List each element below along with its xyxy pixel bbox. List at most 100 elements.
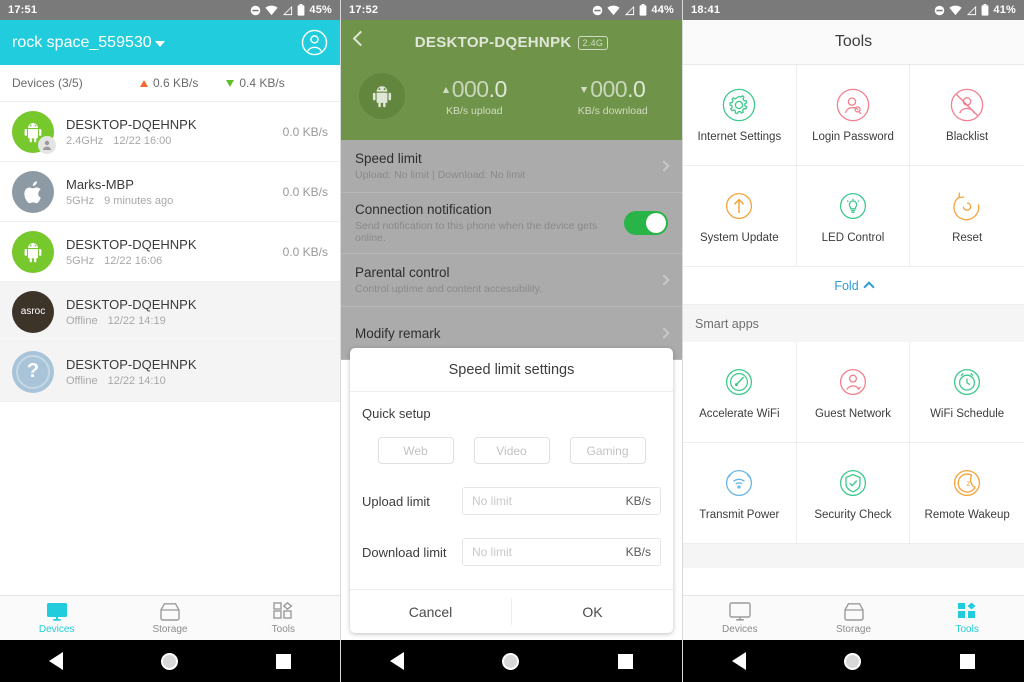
wifi-icon [265,5,279,15]
nav-recents-icon[interactable] [959,653,975,669]
chip-video[interactable]: Video [473,437,550,464]
list-item[interactable]: Marks-MBP 5GHz 9 minutes ago 0.0 KB/s [0,162,340,222]
tool-accelerate-wifi[interactable]: Accelerate WiFi [683,342,797,443]
nav-home-icon[interactable] [161,652,178,670]
device-settings-list: Speed limit Upload: No limit | Download:… [341,140,682,360]
tool-label: Security Check [814,508,892,521]
tool-guest-network[interactable]: Guest Network [796,342,911,443]
upload-rate-value: 0.6 KB/s [153,76,199,90]
asroc-avatar: asroc [12,290,54,333]
device-rate: 0.0 KB/s [282,244,328,259]
download-num: .0 [627,75,646,102]
setting-text: Connection notification Send notificatio… [355,202,624,244]
tab-tools[interactable]: Tools [910,596,1024,640]
list-item[interactable]: DESKTOP-DQEHNPK 5GHz 12/22 16:06 0.0 KB/… [0,222,340,282]
upload-limit-label: Upload limit [362,493,430,509]
tools-grid: Internet Settings Login Password Blackli… [683,65,1024,267]
setting-connection-notification[interactable]: Connection notification Send notificatio… [341,193,682,254]
tool-led-control[interactable]: LED Control [796,166,911,267]
drive-icon [160,602,180,621]
upload-limit-placeholder: No limit [472,494,513,508]
alarm-clock-icon [954,368,981,395]
status-time: 17:52 [349,4,379,16]
device-rate: 0.0 KB/s [282,124,328,139]
setting-parental-control[interactable]: Parental control Control uptime and cont… [341,254,682,307]
chip-web[interactable]: Web [377,437,454,464]
device-band: 5GHz [66,254,95,267]
quick-setup-label: Quick setup [362,406,431,421]
chevron-down-icon [154,41,165,47]
download-limit-label: Download limit [362,544,447,560]
chip-gaming[interactable]: Gaming [569,437,646,464]
tool-remote-wakeup[interactable]: z Remote Wakeup [910,443,1024,544]
reset-icon [953,192,980,220]
android-icon [359,73,405,119]
upload-limit-input[interactable]: No limit KB/s [462,487,661,515]
android-nav-bar [683,640,1024,682]
status-bar: 17:52 44% [341,0,682,20]
tool-internet-settings[interactable]: Internet Settings [683,65,797,166]
download-limit-input[interactable]: No limit KB/s [462,538,661,566]
tab-devices[interactable]: Devices [683,596,797,640]
device-info: DESKTOP-DQEHNPK 5GHz 12/22 16:06 [54,237,283,267]
battery-icon [297,4,305,16]
tool-security-check[interactable]: Security Check [796,443,911,544]
chevron-right-icon [658,274,670,286]
ok-button[interactable]: OK [512,590,673,633]
nav-back-icon[interactable] [390,652,405,670]
setting-speed-limit[interactable]: Speed limit Upload: No limit | Download:… [341,140,682,193]
nav-recents-icon[interactable] [276,653,291,669]
tab-storage[interactable]: Storage [797,596,911,640]
tool-blacklist[interactable]: Blacklist [910,65,1024,166]
back-chevron-icon[interactable] [352,30,369,47]
dialog-body: Quick setup Web Video Gaming Upload limi… [350,392,673,589]
download-stat: 000.0 KB/s download [544,76,683,117]
tool-label: System Update [700,231,779,244]
upload-limit-row: Upload limit No limit KB/s [362,487,661,515]
tool-transmit-power[interactable]: Transmit Power [683,443,797,544]
device-band: Offline [66,374,98,387]
chevron-right-icon [658,327,670,339]
tab-tools[interactable]: Tools [227,596,340,640]
setting-subtitle: Send notification to this phone when the… [355,220,598,244]
setting-text: Modify remark [355,326,652,341]
nav-home-icon[interactable] [502,652,520,670]
chevron-up-icon [862,281,875,293]
connection-notification-toggle[interactable] [624,211,668,235]
tool-login-password[interactable]: Login Password [796,65,911,166]
ssid-dropdown[interactable]: rock space_559530 [12,34,165,52]
tool-label: Login Password [812,130,894,143]
setting-title: Connection notification [355,202,492,217]
wifi-power-icon [726,469,753,496]
fold-button[interactable]: Fold [683,267,1024,305]
device-subtitle: 5GHz 12/22 16:06 [66,255,283,267]
list-item[interactable]: ? DESKTOP-DQEHNPK Offline 12/22 14:10 [0,342,340,402]
nav-back-icon[interactable] [732,652,747,670]
download-dim: 000 [590,75,628,102]
tool-reset[interactable]: Reset [910,166,1024,267]
avatar-text: asroc [20,306,46,317]
nav-home-icon[interactable] [844,652,862,670]
tool-label: Blacklist [946,130,989,143]
list-item[interactable]: DESKTOP-DQEHNPK 2.4GHz 12/22 16:00 0.0 K… [0,102,340,162]
tab-storage[interactable]: Storage [113,596,226,640]
device-band: 2.4GHz [66,134,104,147]
tab-label: Tools [955,623,979,635]
nav-recents-icon[interactable] [617,653,633,669]
tool-label: Internet Settings [697,130,782,143]
device-detail-header: DESKTOP-DQEHNPK 2.4G 000.0 KB/s upload 0… [341,20,682,140]
list-item[interactable]: asroc DESKTOP-DQEHNPK Offline 12/22 14:1… [0,282,340,342]
tab-devices[interactable]: Devices [0,596,113,640]
tool-label: Transmit Power [699,508,780,521]
page-title: DESKTOP-DQEHNPK [414,34,572,51]
tab-label: Tools [271,623,295,635]
screen-tools: 18:41 41% Tools Internet Settings Login … [683,0,1024,682]
account-circle-icon[interactable] [301,29,328,56]
grid-icon [273,601,293,619]
question-icon: ? [12,350,54,393]
tool-system-update[interactable]: System Update [683,166,797,267]
tool-wifi-schedule[interactable]: WiFi Schedule [910,342,1024,443]
nav-back-icon[interactable] [49,652,63,670]
cancel-button[interactable]: Cancel [350,590,511,633]
arrow-up-icon [442,87,449,94]
